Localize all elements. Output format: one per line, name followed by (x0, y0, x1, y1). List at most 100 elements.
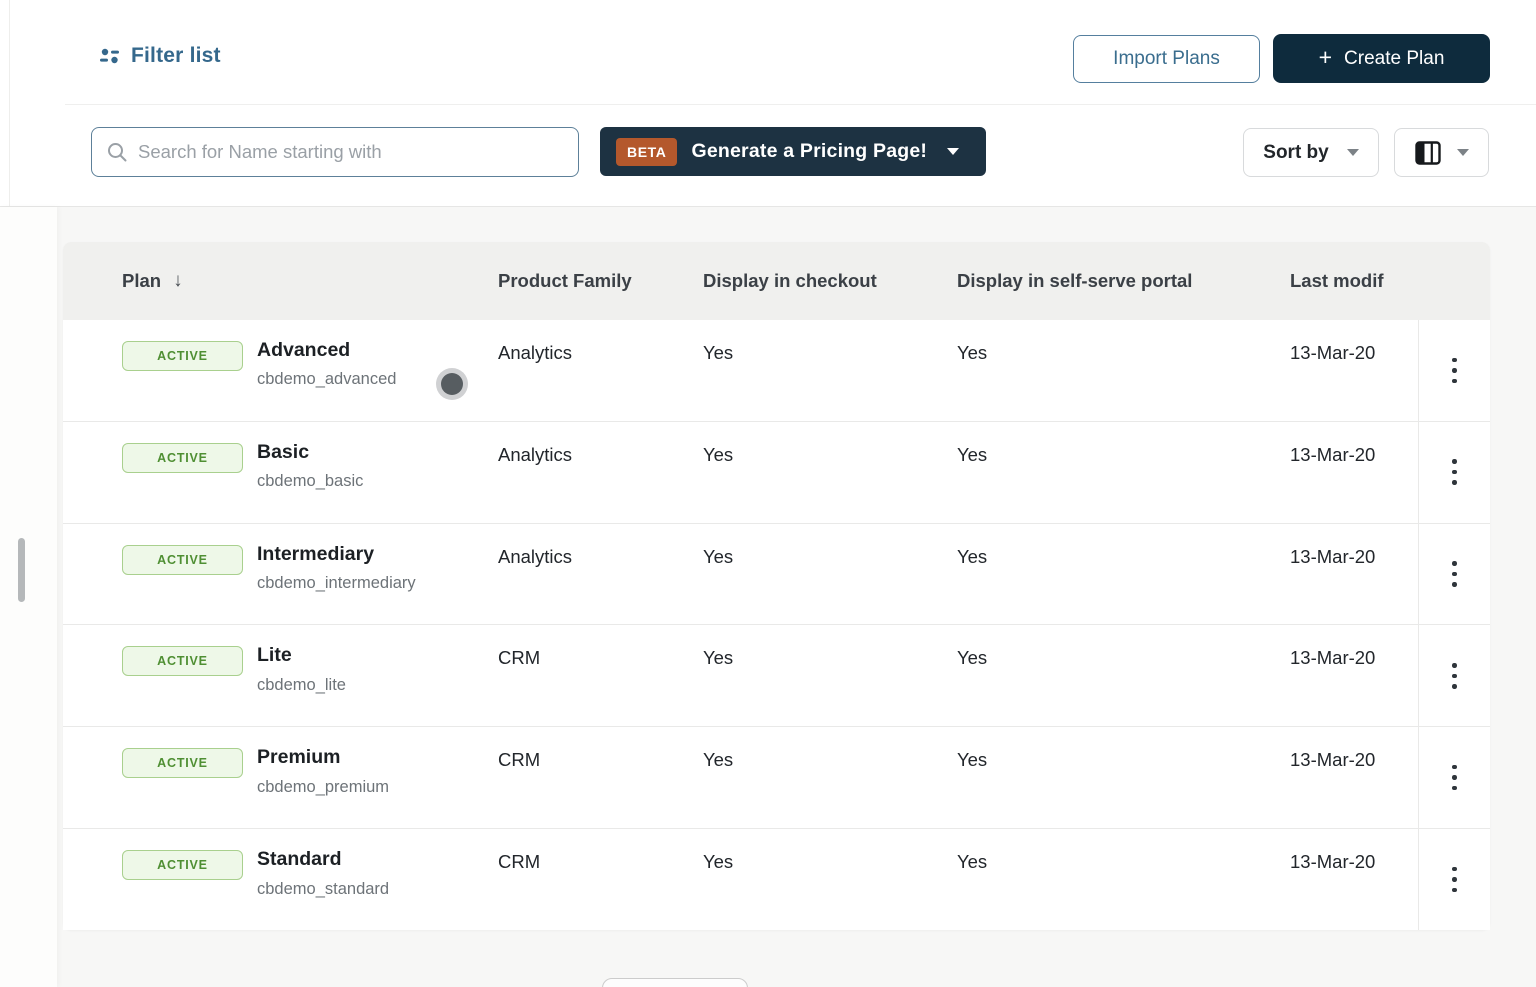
plan-cell: ACTIVE Basic cbdemo_basic (63, 422, 498, 523)
plan-cell: ACTIVE Lite cbdemo_lite (63, 625, 498, 726)
table-row[interactable]: ACTIVE Premium cbdemo_premium CRM Yes Ye… (63, 727, 1490, 829)
kebab-menu-button[interactable] (1438, 348, 1471, 394)
plan-id: cbdemo_standard (257, 880, 389, 899)
search-icon (106, 141, 128, 163)
last-modified-cell: 13-Mar-20 (1290, 524, 1418, 625)
display-in-portal-cell: Yes (957, 625, 1290, 726)
display-in-portal-cell: Yes (957, 422, 1290, 523)
plan-id: cbdemo_intermediary (257, 574, 416, 593)
left-rail (0, 207, 57, 987)
plan-id: cbdemo_advanced (257, 370, 396, 389)
header-divider (65, 104, 1536, 105)
last-modified-cell: 13-Mar-20 (1290, 829, 1418, 930)
display-in-checkout-cell: Yes (703, 422, 957, 523)
display-in-checkout-cell: Yes (703, 524, 957, 625)
column-header-product-family: Product Family (498, 270, 703, 292)
create-plan-label: Create Plan (1344, 48, 1444, 70)
table-header-row: Plan ↓ Product Family Display in checkou… (63, 242, 1490, 320)
plan-name[interactable]: Standard (257, 848, 389, 870)
table-body: ACTIVE Advanced cbdemo_advanced Analytic… (63, 320, 1490, 930)
chevron-down-icon (947, 148, 959, 155)
chevron-down-icon (1457, 149, 1469, 156)
plan-id: cbdemo_lite (257, 676, 346, 695)
actions-cell (1418, 829, 1490, 930)
last-modified-cell: 13-Mar-20 (1290, 320, 1418, 421)
plan-cell: ACTIVE Standard cbdemo_standard (63, 829, 498, 930)
generate-pricing-page-button[interactable]: BETA Generate a Pricing Page! (600, 127, 986, 176)
display-in-checkout-cell: Yes (703, 625, 957, 726)
import-plans-label: Import Plans (1113, 48, 1220, 70)
table-row[interactable]: ACTIVE Basic cbdemo_basic Analytics Yes … (63, 422, 1490, 524)
sort-by-label: Sort by (1263, 142, 1328, 164)
filter-list-label: Filter list (131, 44, 221, 68)
plan-name[interactable]: Lite (257, 644, 346, 666)
display-in-checkout-cell: Yes (703, 727, 957, 828)
status-badge: ACTIVE (122, 646, 243, 676)
create-plan-button[interactable]: + Create Plan (1273, 34, 1490, 83)
display-in-portal-cell: Yes (957, 829, 1290, 930)
status-badge: ACTIVE (122, 545, 243, 575)
product-family-cell: Analytics (498, 422, 703, 523)
sort-direction-icon: ↓ (173, 270, 183, 292)
column-header-plan-label: Plan (122, 270, 161, 292)
display-in-portal-cell: Yes (957, 320, 1290, 421)
status-badge: ACTIVE (122, 850, 243, 880)
display-in-checkout-cell: Yes (703, 320, 957, 421)
table-row[interactable]: ACTIVE Lite cbdemo_lite CRM Yes Yes 13-M… (63, 625, 1490, 727)
display-in-checkout-cell: Yes (703, 829, 957, 930)
actions-cell (1418, 524, 1490, 625)
table-row[interactable]: ACTIVE Standard cbdemo_standard CRM Yes … (63, 829, 1490, 930)
plan-id: cbdemo_basic (257, 472, 363, 491)
kebab-menu-button[interactable] (1438, 857, 1471, 903)
column-settings-button[interactable] (1394, 128, 1489, 177)
status-badge: ACTIVE (122, 443, 243, 473)
column-header-display-in-portal: Display in self-serve portal (957, 270, 1290, 292)
filter-list-button[interactable]: Filter list (99, 44, 221, 68)
table-row[interactable]: ACTIVE Intermediary cbdemo_intermediary … (63, 524, 1490, 626)
left-edge-divider (9, 0, 10, 206)
scrollbar-handle[interactable] (18, 538, 25, 602)
plan-cell: ACTIVE Premium cbdemo_premium (63, 727, 498, 828)
plan-name[interactable]: Advanced (257, 339, 396, 361)
plan-cell: ACTIVE Intermediary cbdemo_intermediary (63, 524, 498, 625)
display-in-portal-cell: Yes (957, 727, 1290, 828)
plan-name[interactable]: Premium (257, 746, 389, 768)
beta-badge: BETA (616, 138, 677, 166)
plan-cell: ACTIVE Advanced cbdemo_advanced (63, 320, 498, 421)
plan-name[interactable]: Intermediary (257, 543, 416, 565)
plan-name[interactable]: Basic (257, 441, 363, 463)
product-family-cell: Analytics (498, 320, 703, 421)
last-modified-cell: 13-Mar-20 (1290, 625, 1418, 726)
sort-by-button[interactable]: Sort by (1243, 128, 1379, 177)
plus-icon: + (1319, 46, 1332, 69)
column-header-last-modified: Last modif (1290, 270, 1418, 292)
pricing-page-label: Generate a Pricing Page! (691, 140, 927, 163)
actions-cell (1418, 625, 1490, 726)
product-family-cell: CRM (498, 829, 703, 930)
cursor-indicator (441, 373, 463, 395)
plan-id: cbdemo_premium (257, 778, 389, 797)
import-plans-button[interactable]: Import Plans (1073, 35, 1260, 83)
table-row[interactable]: ACTIVE Advanced cbdemo_advanced Analytic… (63, 320, 1490, 422)
actions-cell (1418, 320, 1490, 421)
search-box[interactable] (91, 127, 579, 177)
kebab-menu-button[interactable] (1438, 755, 1471, 801)
column-header-plan[interactable]: Plan ↓ (63, 270, 498, 292)
plans-table: Plan ↓ Product Family Display in checkou… (63, 242, 1490, 930)
actions-cell (1418, 727, 1490, 828)
chevron-down-icon (1347, 149, 1359, 156)
actions-cell (1418, 422, 1490, 523)
product-family-cell: CRM (498, 625, 703, 726)
kebab-menu-button[interactable] (1438, 449, 1471, 495)
status-badge: ACTIVE (122, 748, 243, 778)
product-family-cell: CRM (498, 727, 703, 828)
load-more-button[interactable] (602, 978, 748, 987)
columns-icon (1415, 141, 1441, 165)
product-family-cell: Analytics (498, 524, 703, 625)
filter-icon (99, 46, 121, 66)
kebab-menu-button[interactable] (1438, 551, 1471, 597)
kebab-menu-button[interactable] (1438, 653, 1471, 699)
column-header-display-in-checkout: Display in checkout (703, 270, 957, 292)
display-in-portal-cell: Yes (957, 524, 1290, 625)
search-input[interactable] (138, 141, 564, 163)
